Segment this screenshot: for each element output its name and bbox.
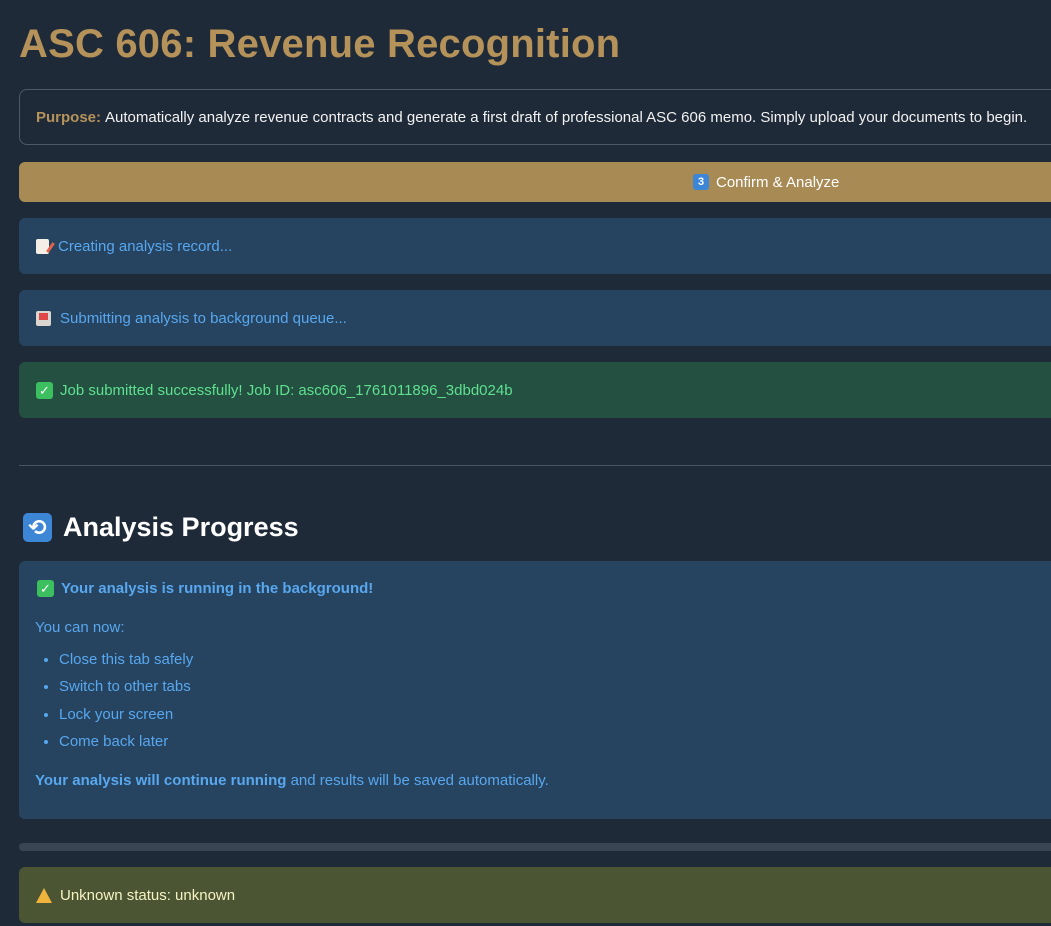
purpose-label: Purpose:: [36, 108, 102, 126]
confirm-analyze-label: Confirm & Analyze: [716, 173, 840, 191]
continue-bold: Your analysis will continue running: [35, 772, 287, 790]
outbox-tray-icon: [36, 310, 51, 326]
you-can-now-text: You can now:: [35, 619, 125, 636]
purpose-text: Automatically analyze revenue contracts …: [105, 108, 1028, 126]
check-mark-icon: ✓: [37, 579, 54, 597]
running-heading: ✓ Your analysis is running in the backgr…: [35, 579, 1051, 597]
analysis-progress-title: Analysis Progress: [63, 512, 299, 542]
list-item: Lock your screen: [59, 706, 1051, 733]
list-item: Come back later: [59, 733, 1051, 760]
job-submitted-text: Job submitted successfully! Job ID: asc6…: [60, 381, 513, 399]
list-item: Close this tab safely: [59, 651, 1051, 678]
options-list: Close this tab safely Switch to other ta…: [35, 651, 1051, 760]
check-mark-icon: ✓: [36, 381, 53, 399]
refresh-icon: ⟲: [23, 513, 52, 542]
continue-running-text: Your analysis will continue running and …: [35, 772, 1051, 789]
list-item: Switch to other tabs: [59, 678, 1051, 705]
job-submitted-alert: ✓ Job submitted successfully! Job ID: as…: [19, 362, 1051, 418]
background-info-box: ✓ Your analysis is running in the backgr…: [19, 561, 1051, 819]
page-title: ASC 606: Revenue Recognition: [19, 22, 621, 66]
unknown-status-alert: Unknown status: unknown: [19, 867, 1051, 923]
submitting-text: Submitting analysis to background queue.…: [60, 309, 347, 327]
purpose-box: Purpose: Automatically analyze revenue c…: [19, 89, 1051, 145]
unknown-status-text: Unknown status: unknown: [60, 886, 236, 904]
creating-record-alert: Creating analysis record...: [19, 218, 1051, 274]
memo-icon: [36, 238, 49, 254]
analysis-progress-heading: ⟲ Analysis Progress: [23, 512, 299, 543]
continue-rest: and results will be saved automatically.: [286, 772, 549, 790]
keycap-three-icon: 3: [693, 174, 709, 190]
warning-icon: [36, 887, 52, 903]
confirm-analyze-button[interactable]: 3 Confirm & Analyze: [19, 162, 1051, 202]
creating-record-text: Creating analysis record...: [58, 237, 233, 255]
submitting-alert: Submitting analysis to background queue.…: [19, 290, 1051, 346]
progress-bar: [19, 843, 1051, 851]
section-divider: [19, 465, 1051, 466]
page: ASC 606: Revenue Recognition Purpose: Au…: [0, 0, 1051, 926]
running-title: Your analysis is running in the backgrou…: [61, 579, 374, 597]
